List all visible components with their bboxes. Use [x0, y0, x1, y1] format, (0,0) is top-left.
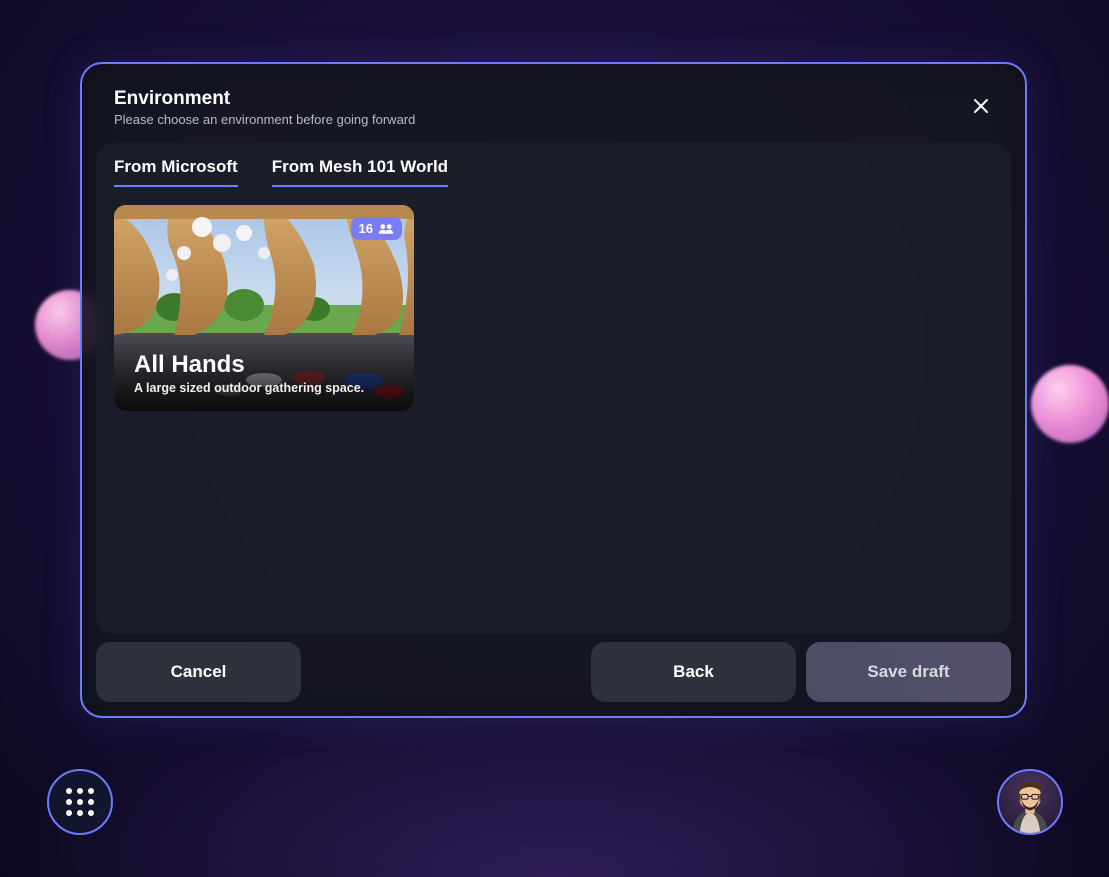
modal-title: Environment	[114, 88, 993, 110]
grid-icon	[66, 788, 94, 816]
avatar-icon	[999, 771, 1061, 833]
modal-body: From Microsoft From Mesh 101 World	[96, 143, 1011, 634]
modal-subtitle: Please choose an environment before goin…	[114, 112, 993, 127]
environment-modal: Environment Please choose an environment…	[80, 62, 1027, 718]
card-text-overlay: All Hands A large sized outdoor gatherin…	[114, 337, 414, 411]
capacity-count: 16	[359, 221, 373, 236]
tab-from-mesh-101-world[interactable]: From Mesh 101 World	[272, 157, 448, 187]
save-draft-button[interactable]: Save draft	[806, 642, 1011, 702]
people-icon	[378, 223, 394, 235]
card-description: A large sized outdoor gathering space.	[134, 381, 394, 395]
card-title: All Hands	[134, 351, 394, 379]
close-button[interactable]	[965, 90, 997, 122]
app-menu-button[interactable]	[47, 769, 113, 835]
footer-spacer	[311, 642, 581, 702]
background-haze	[0, 697, 1109, 877]
environment-card-all-hands[interactable]: 16 All Hands A large sized outdoor gathe…	[114, 205, 414, 411]
avatar-button[interactable]	[997, 769, 1063, 835]
tabs-row: From Microsoft From Mesh 101 World	[114, 157, 993, 187]
back-button[interactable]: Back	[591, 642, 796, 702]
close-icon	[971, 96, 991, 116]
cancel-button[interactable]: Cancel	[96, 642, 301, 702]
background-orb-right	[1031, 365, 1109, 443]
modal-footer: Cancel Back Save draft	[82, 642, 1025, 716]
capacity-badge: 16	[351, 217, 402, 240]
modal-header: Environment Please choose an environment…	[82, 64, 1025, 139]
tab-from-microsoft[interactable]: From Microsoft	[114, 157, 238, 187]
